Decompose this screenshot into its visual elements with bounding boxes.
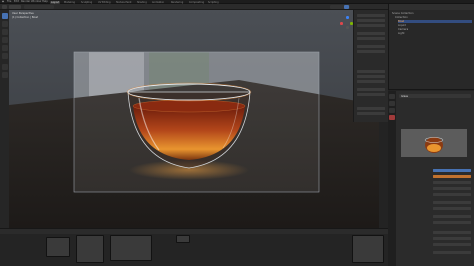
material-props-icon[interactable]: [389, 115, 395, 120]
neg-z-axis-icon[interactable]: [346, 26, 349, 29]
sidebar-row[interactable]: [357, 70, 385, 73]
view-label: User Perspective: [12, 12, 34, 15]
sidebar-row[interactable]: [357, 14, 385, 17]
render-props-icon[interactable]: [389, 94, 395, 99]
shader-editor[interactable]: [0, 228, 388, 266]
outliner-item-liquid[interactable]: Liquid: [398, 24, 472, 27]
material-preview: [401, 129, 467, 157]
material-slot-header[interactable]: Glass: [399, 94, 471, 98]
transform-tool-icon[interactable]: [1, 53, 8, 59]
z-axis-icon[interactable]: [346, 16, 349, 19]
node-texture[interactable]: [46, 237, 70, 257]
base-color-field[interactable]: [433, 175, 471, 178]
object-props-icon[interactable]: [389, 108, 395, 113]
annotate-tool-icon[interactable]: [1, 64, 8, 70]
properties-tabs: [388, 91, 396, 266]
sidebar-row[interactable]: [357, 88, 385, 91]
sidebar-row[interactable]: [357, 112, 385, 115]
outliner-item-collection[interactable]: Collection: [395, 16, 472, 19]
property-field[interactable]: [433, 221, 471, 224]
node-principled-bsdf[interactable]: [110, 235, 152, 261]
scale-tool-icon[interactable]: [1, 45, 8, 51]
property-field[interactable]: [433, 201, 471, 204]
property-field[interactable]: [433, 231, 471, 234]
editor-type-button[interactable]: [2, 5, 7, 9]
property-field[interactable]: [433, 187, 471, 190]
property-field[interactable]: [433, 243, 471, 246]
output-props-icon[interactable]: [389, 101, 395, 106]
sidebar-row[interactable]: [357, 32, 385, 35]
navigation-gizmo[interactable]: [340, 16, 354, 30]
property-field[interactable]: [433, 215, 471, 218]
sidebar-row[interactable]: [357, 107, 385, 110]
tool-shelf: [0, 10, 9, 228]
x-axis-icon[interactable]: [340, 22, 343, 25]
outliner: Scene Collection Collection Bowl Liquid …: [388, 4, 474, 90]
node-material-output[interactable]: [176, 235, 190, 243]
measure-tool-icon[interactable]: [1, 72, 8, 78]
property-field[interactable]: [433, 251, 471, 254]
3d-viewport[interactable]: User Perspective (1) Collection | Bowl: [9, 10, 379, 228]
move-tool-icon[interactable]: [1, 29, 8, 35]
rotate-tool-icon[interactable]: [1, 37, 8, 43]
collection-label: (1) Collection | Bowl: [12, 16, 39, 19]
sidebar-row[interactable]: [357, 45, 385, 48]
outliner-item-camera[interactable]: Camera: [398, 28, 472, 31]
property-field[interactable]: [433, 181, 471, 184]
outliner-item-bowl[interactable]: Bowl: [398, 20, 472, 23]
surface-shader-field[interactable]: [433, 169, 471, 172]
properties-editor: Glass: [388, 91, 474, 266]
node-color-ramp[interactable]: [76, 235, 104, 263]
viewport-render: [9, 10, 379, 228]
view-menus[interactable]: [24, 5, 54, 9]
property-field[interactable]: [433, 237, 471, 240]
rendered-shading-button[interactable]: [344, 5, 349, 9]
sidebar-row[interactable]: [357, 37, 385, 40]
property-field[interactable]: [433, 193, 471, 196]
sidebar-row[interactable]: [357, 19, 385, 22]
select-box-tool-icon[interactable]: [1, 13, 8, 19]
outliner-item-scene-collection[interactable]: Scene Collection: [392, 12, 472, 15]
sidebar-row[interactable]: [357, 75, 385, 78]
node-properties-panel[interactable]: [352, 235, 384, 263]
shader-editor-header: [0, 229, 388, 234]
sidebar-row[interactable]: [357, 80, 385, 83]
sidebar-row[interactable]: [357, 24, 385, 27]
sidebar-n-panel: [353, 10, 388, 122]
sidebar-row[interactable]: [357, 93, 385, 96]
cursor-tool-icon[interactable]: [1, 21, 8, 27]
mode-dropdown[interactable]: [9, 5, 21, 9]
outliner-item-light[interactable]: Light: [398, 32, 472, 35]
sidebar-row[interactable]: [357, 50, 385, 53]
property-field[interactable]: [433, 207, 471, 210]
outliner-header: [389, 4, 474, 10]
